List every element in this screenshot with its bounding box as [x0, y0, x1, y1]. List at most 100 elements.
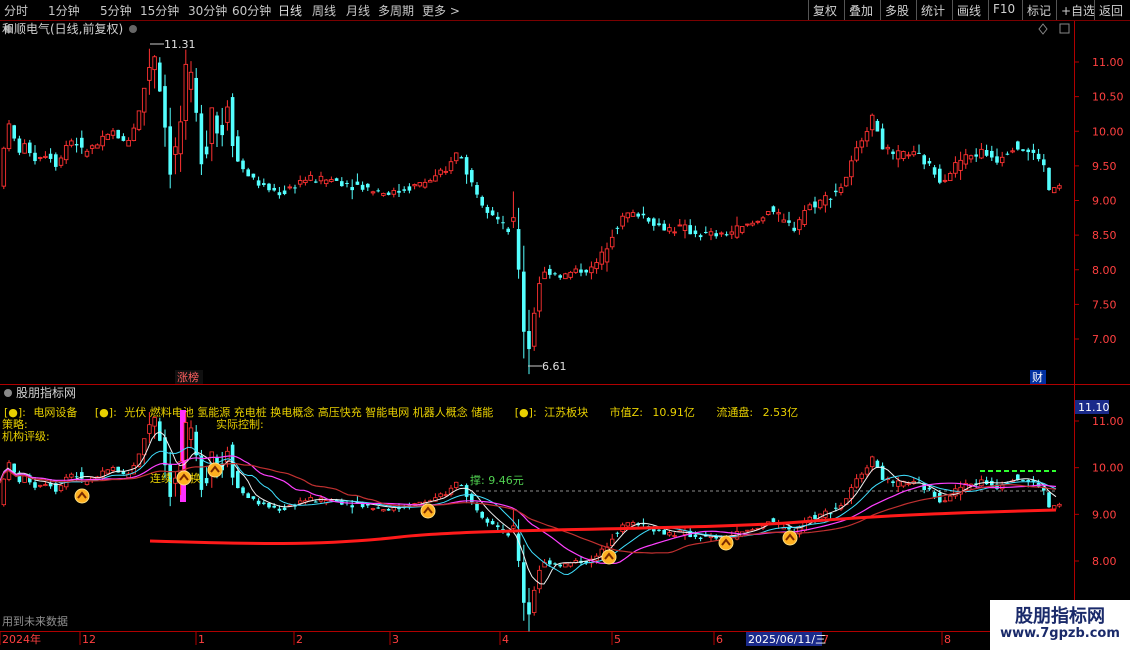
candle-body [158, 62, 162, 92]
candle-body [864, 131, 870, 142]
candle-body [412, 184, 417, 187]
ind-candle-body [630, 522, 636, 526]
candle-body [875, 120, 880, 132]
ind-candle-body [277, 508, 282, 511]
rating-label: 机构评级: [2, 429, 50, 443]
market-cap-label: 市值Z: [610, 405, 643, 419]
ind-candle-body [813, 515, 817, 519]
ind-candle-body [1, 478, 6, 506]
candle-body [527, 331, 531, 350]
ind-candle-body [548, 560, 552, 565]
candle-body [630, 212, 636, 217]
candle-body [698, 235, 703, 238]
ind-candle-body [33, 482, 37, 488]
watermark-url: www.7gpzb.com [1000, 626, 1120, 641]
chart-canvas: 和顺电气(日线,前复权) 11.00 10.50 10.00 9.50 9.00 8.50… [0, 21, 1130, 646]
candle-body [1021, 149, 1025, 151]
ind-candle-body [667, 532, 672, 536]
candle-body [1005, 153, 1010, 155]
ind-candle-body [459, 485, 464, 487]
candle-body [646, 217, 651, 222]
tag-left[interactable]: 涨榜 [177, 370, 199, 384]
buy-signal-icon [718, 535, 734, 551]
candle-body [89, 145, 95, 149]
low-label: 6.61 [542, 360, 567, 373]
diamond-icon[interactable] [1038, 23, 1048, 35]
candle-body [734, 225, 740, 238]
candle-body [6, 123, 12, 150]
ind-candle-body [43, 484, 48, 487]
candle-body [1016, 141, 1020, 150]
candle-body [282, 190, 287, 195]
window-icon[interactable] [1059, 23, 1070, 34]
candle-body [350, 187, 354, 191]
candle-body [1047, 167, 1051, 190]
candle-body [932, 167, 937, 175]
candle-body [843, 176, 849, 187]
candle-body [652, 218, 656, 226]
candle-body [422, 181, 428, 188]
buy-signal-icon [207, 462, 223, 478]
time-tick-label: 1 [198, 633, 205, 646]
ind-candle-body [58, 485, 64, 492]
long-trend-line [149, 508, 1057, 546]
ind-candle-body [496, 525, 500, 528]
candle-body [308, 174, 313, 181]
candle-body [272, 187, 276, 191]
support-label: 撑: 9.46元 [470, 473, 524, 487]
ind-candle-body [563, 563, 568, 568]
ind-candle-body [69, 473, 74, 478]
candle-body [781, 219, 787, 223]
candle-body [100, 135, 105, 147]
candle-body [277, 192, 282, 196]
time-tick-label: 8 [944, 633, 951, 646]
ind-candle-body [942, 500, 948, 503]
candle-body [1042, 159, 1046, 166]
ind-candle-body [849, 487, 854, 499]
buy-signal-circle [782, 530, 798, 546]
tag-right[interactable]: 财 [1032, 370, 1043, 384]
ind-candle-body [906, 483, 911, 485]
ind-candle-body [350, 505, 354, 508]
footer-text: 用到未来数据 [2, 614, 68, 628]
candle-body [204, 146, 209, 155]
candle-body [105, 133, 111, 140]
candle-body [360, 184, 365, 190]
buy-signal-icon [601, 549, 617, 565]
ind-candle-body [38, 484, 43, 487]
main-y-tick-label: 7.00 [1092, 333, 1117, 346]
candle-body [953, 162, 958, 174]
candle-body [745, 223, 750, 226]
candle-body [787, 220, 791, 223]
candle-body [323, 179, 329, 185]
ind-y-tick-label: 9.00 [1092, 508, 1117, 521]
candle-body [828, 198, 833, 200]
candle-body [609, 236, 615, 248]
main-y-tick-label: 9.50 [1092, 160, 1117, 173]
candle-body [901, 151, 906, 159]
candle-body [594, 262, 599, 270]
ind-candle-body [152, 417, 157, 427]
candle-body [314, 181, 318, 183]
indicator-collapse-icon[interactable] [4, 389, 12, 397]
ind-candle-body [506, 533, 510, 536]
time-tick-label: 2024年 [2, 632, 41, 646]
candle-body [813, 201, 817, 208]
candle-body [531, 312, 537, 347]
ind-candle-body [438, 493, 443, 498]
candle-body [506, 228, 510, 232]
candle-body [553, 273, 557, 275]
candle-body [568, 271, 573, 278]
candle-body [620, 215, 625, 227]
time-tick-label: 12 [82, 633, 96, 646]
concepts-value: 光伏 燃料电池 氢能源 充电桩 换电概念 高压快充 智能电网 机器人概念 储能 [124, 405, 493, 419]
candle-body [84, 150, 90, 157]
ind-candle-body [443, 494, 448, 497]
candle-body [475, 184, 479, 195]
candle-body [480, 196, 484, 206]
candle-body [667, 227, 672, 232]
candle-body [141, 87, 147, 113]
candle-body [110, 130, 116, 136]
ind-candle-body [183, 422, 188, 461]
title-menu-icon[interactable] [129, 25, 137, 33]
